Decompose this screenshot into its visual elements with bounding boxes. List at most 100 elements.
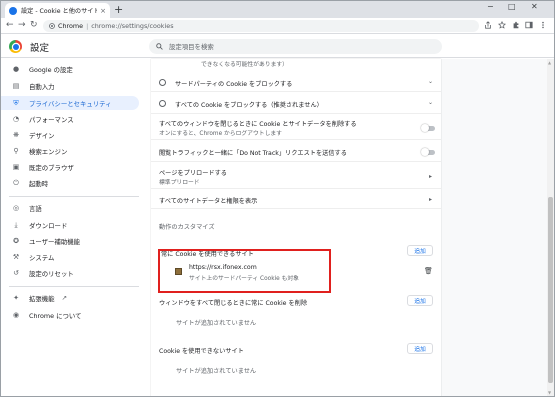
search-icon: ⚲ <box>13 147 19 155</box>
new-tab-button[interactable]: + <box>114 3 123 16</box>
sidebar-divider <box>9 286 139 287</box>
sidebar-item-appearance[interactable]: ❋ デザイン <box>1 128 139 142</box>
chrome-icon: ◉ <box>12 311 20 319</box>
add-allowed-site-button[interactable]: 追加 <box>407 245 433 256</box>
sidebar-item-label: 自動入力 <box>29 82 55 91</box>
tab-close-icon[interactable]: × <box>100 7 106 15</box>
sidebar-item-autofill[interactable]: ▤ 自動入力 <box>1 79 139 93</box>
browser-icon: ▣ <box>12 163 20 171</box>
preload-label: ページをプリロードする <box>159 170 227 177</box>
chevron-right-icon: ▸ <box>429 173 433 180</box>
sidebar-item-performance[interactable]: ◔ パフォーマンス <box>1 112 139 126</box>
close-window-button[interactable]: ✕ <box>531 2 538 11</box>
clear-on-close-toggle[interactable] <box>421 124 435 132</box>
sidebar-item-label: プライバシーとセキュリティ <box>29 99 112 108</box>
sidebar-item-google[interactable]: ● Google の設定 <box>1 62 139 76</box>
preload-subtext: 標準プリロード <box>159 180 200 186</box>
sidebar-divider <box>9 196 139 197</box>
sidebar-item-reset[interactable]: ↺ 設定のリセット <box>1 266 139 280</box>
external-link-icon: ↗ <box>61 294 68 302</box>
sidebar-item-accessibility[interactable]: ✪ ユーザー補助機能 <box>1 234 139 248</box>
radio-button[interactable] <box>159 79 166 86</box>
sidebar-item-on-startup[interactable]: ⏻ 起動時 <box>1 176 139 190</box>
see-all-site-data-row[interactable]: すべてのサイトデータと権限を表示 ▸ <box>151 190 441 209</box>
sidebar-item-label: システム <box>29 253 55 262</box>
scroll-down-arrow-icon[interactable]: ▼ <box>548 390 551 395</box>
chevron-right-icon: ▸ <box>429 196 433 203</box>
puzzle-icon: ✦ <box>13 294 19 302</box>
chrome-logo-icon <box>9 40 22 53</box>
url-chip: Chrome <box>58 22 84 30</box>
tab-title: 設定 - Cookie と他のサイトデータ <box>21 8 97 15</box>
block-third-party-option[interactable]: サードパーティの Cookie をブロックする ⌄ <box>151 73 441 92</box>
maximize-button[interactable]: □ <box>508 2 516 11</box>
sidebar-item-default-browser[interactable]: ▣ 既定のブラウザ <box>1 160 139 174</box>
url-text[interactable]: chrome://settings/cookies <box>91 22 173 30</box>
clear-on-exit-heading: ウィンドウをすべて閉じるときに常に Cookie を削除 <box>159 300 308 307</box>
minimize-button[interactable]: − <box>487 2 494 11</box>
sidebar-item-label: ダウンロード <box>29 221 68 230</box>
settings-sidebar: ● Google の設定 ▤ 自動入力 ⛨ プライバシーとセキュリティ ◔ パフ… <box>1 59 151 396</box>
sidebar-item-label: Google の設定 <box>29 65 73 74</box>
chevron-down-icon[interactable]: ⌄ <box>428 99 433 106</box>
browser-window: 設定 - Cookie と他のサイトデータ × + − □ ✕ ← → ↻ Ch… <box>0 0 555 397</box>
page-title: 設定 <box>30 43 50 54</box>
reset-icon: ↺ <box>13 269 19 277</box>
person-icon: ● <box>12 65 20 73</box>
sidebar-item-label: 設定のリセット <box>29 269 74 278</box>
back-button[interactable]: ← <box>6 20 14 31</box>
sidebar-item-downloads[interactable]: ⤓ ダウンロード <box>1 218 139 232</box>
sidebar-item-label: ユーザー補助機能 <box>29 237 80 246</box>
star-icon[interactable] <box>498 21 506 29</box>
search-placeholder: 設定項目を検索 <box>169 43 214 51</box>
forward-button[interactable]: → <box>18 20 26 31</box>
sidebar-item-about-chrome[interactable]: ◉ Chrome について <box>1 308 139 322</box>
chevron-down-icon[interactable]: ⌄ <box>428 78 433 85</box>
sidebar-item-privacy[interactable]: ⛨ プライバシーとセキュリティ <box>1 96 139 110</box>
option-label: すべての Cookie をブロックする（推奨されません） <box>175 102 323 109</box>
no-sites-text: サイトが追加されていません <box>176 368 257 375</box>
block-all-option[interactable]: すべての Cookie をブロックする（推奨されません） ⌄ <box>151 93 441 114</box>
clear-on-close-row[interactable]: すべてのウィンドウを閉じるときに Cookie とサイトデータを削除する オンに… <box>151 115 441 140</box>
settings-search-input[interactable]: 設定項目を検索 <box>149 39 442 54</box>
add-blocked-site-button[interactable]: 追加 <box>407 343 433 354</box>
cookies-settings-card: できなくなる可能性があります） サードパーティの Cookie をブロックする … <box>151 59 441 396</box>
share-icon[interactable] <box>484 21 492 29</box>
sidebar-item-languages[interactable]: ◎ 言語 <box>1 201 139 215</box>
menu-icon[interactable] <box>539 21 547 29</box>
reload-button[interactable]: ↻ <box>30 20 38 31</box>
sidebar-item-extensions[interactable]: ✦ 拡張機能 ↗ <box>1 291 139 305</box>
url-separator: | <box>86 22 89 30</box>
sidebar-item-label: 起動時 <box>29 179 49 188</box>
settings-header: 設定 設定項目を検索 <box>1 35 554 58</box>
see-all-site-data-label: すべてのサイトデータと権限を表示 <box>159 198 258 205</box>
add-clear-on-exit-site-button[interactable]: 追加 <box>407 295 433 306</box>
extensions-icon[interactable] <box>512 21 520 29</box>
option-label: サードパーティの Cookie をブロックする <box>175 81 293 88</box>
no-sites-text: サイトが追加されていません <box>176 320 257 327</box>
sidebar-item-label: 検索エンジン <box>29 147 68 156</box>
sidebar-item-label: パフォーマンス <box>29 115 74 124</box>
preload-pages-row[interactable]: ページをプリロードする 標準プリロード ▸ <box>151 163 441 189</box>
delete-site-icon[interactable]: 🗑 <box>424 267 433 275</box>
address-bar[interactable]: Chrome | chrome://settings/cookies <box>43 20 479 32</box>
sidebar-item-label: 言語 <box>29 204 42 213</box>
scrollbar-thumb[interactable] <box>548 197 553 383</box>
search-icon <box>156 43 163 50</box>
sidebar-item-label: 既定のブラウザ <box>29 163 74 172</box>
sidebar-item-system[interactable]: ⚒ システム <box>1 250 139 264</box>
tab-settings-cookies[interactable]: 設定 - Cookie と他のサイトデータ × <box>5 3 110 18</box>
download-icon: ⤓ <box>14 220 18 229</box>
browser-toolbar: ← → ↻ Chrome | chrome://settings/cookies <box>1 18 554 34</box>
sidepanel-icon[interactable] <box>525 21 533 29</box>
speedometer-icon: ◔ <box>12 115 20 123</box>
chrome-page-icon <box>49 23 55 29</box>
radio-button[interactable] <box>159 100 166 107</box>
scroll-up-arrow-icon[interactable]: ▲ <box>548 60 551 65</box>
do-not-track-toggle[interactable] <box>421 148 435 156</box>
power-icon: ⏻ <box>13 178 19 187</box>
sidebar-item-search-engine[interactable]: ⚲ 検索エンジン <box>1 144 139 158</box>
do-not-track-row[interactable]: 閲覧トラフィックと一緒に「Do Not Track」リクエストを送信する <box>151 141 441 162</box>
tab-strip: 設定 - Cookie と他のサイトデータ × + − □ ✕ <box>1 1 554 18</box>
clipboard-icon: ▤ <box>12 82 20 90</box>
